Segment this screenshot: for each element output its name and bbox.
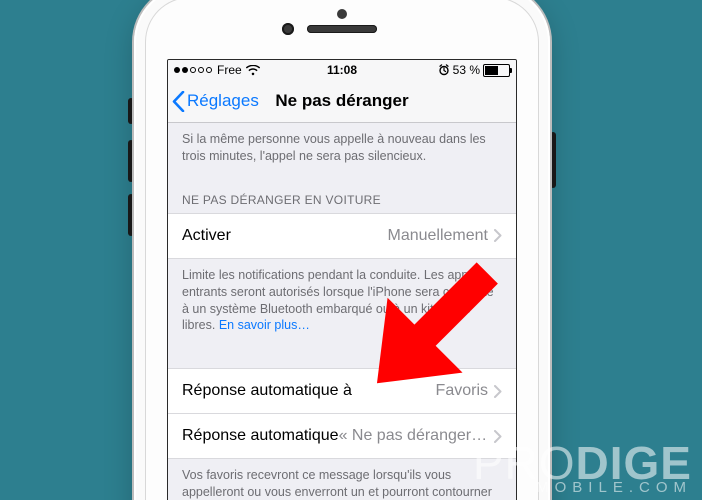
driving-section-header: NE PAS DÉRANGER EN VOITURE bbox=[168, 179, 516, 213]
auto-reply-to-cell[interactable]: Réponse automatique à Favoris bbox=[168, 368, 516, 414]
spacer bbox=[168, 348, 516, 368]
back-label: Réglages bbox=[187, 91, 259, 111]
driving-note: Limite les notifications pendant la cond… bbox=[168, 259, 516, 349]
chevron-left-icon bbox=[172, 91, 185, 112]
signal-icon bbox=[174, 67, 212, 73]
nav-bar: Réglages Ne pas déranger bbox=[168, 80, 516, 123]
watermark: PRODIGE MOBILE.COM bbox=[473, 445, 692, 494]
status-bar: Free 11:08 53 % bbox=[168, 60, 516, 80]
chevron-right-icon bbox=[494, 385, 502, 398]
phone-bezel: Free 11:08 53 % bbox=[145, 0, 539, 500]
auto-reply-cell[interactable]: Réponse automatique « Ne pas déranger en… bbox=[168, 414, 516, 459]
repeated-calls-note: Si la même personne vous appelle à nouve… bbox=[168, 123, 516, 179]
carrier-label: Free bbox=[217, 63, 242, 77]
page-title: Ne pas déranger bbox=[275, 91, 408, 111]
chevron-right-icon bbox=[494, 229, 502, 242]
favorites-note: Vos favoris recevront ce message lorsqu'… bbox=[168, 459, 516, 500]
wifi-icon bbox=[246, 65, 260, 76]
battery-percent: 53 % bbox=[453, 63, 480, 77]
activate-label: Activer bbox=[182, 227, 231, 245]
earpiece-speaker bbox=[307, 25, 377, 33]
phone-body: Free 11:08 53 % bbox=[134, 0, 550, 500]
clock: 11:08 bbox=[327, 63, 357, 77]
learn-more-link[interactable]: En savoir plus… bbox=[219, 318, 310, 332]
auto-reply-label: Réponse automatique bbox=[182, 427, 339, 445]
proximity-sensor bbox=[337, 9, 347, 19]
activate-value: Manuellement bbox=[388, 227, 489, 245]
activate-cell[interactable]: Activer Manuellement bbox=[168, 213, 516, 259]
screen: Free 11:08 53 % bbox=[167, 59, 517, 500]
auto-reply-to-label: Réponse automatique à bbox=[182, 382, 352, 400]
power-button bbox=[550, 132, 556, 188]
auto-reply-value: « Ne pas déranger en… bbox=[339, 427, 488, 445]
front-camera bbox=[282, 23, 294, 35]
battery-icon bbox=[483, 64, 510, 77]
back-button[interactable]: Réglages bbox=[168, 91, 259, 112]
alarm-icon bbox=[438, 64, 450, 76]
stage: Free 11:08 53 % bbox=[0, 0, 702, 500]
auto-reply-to-value: Favoris bbox=[436, 382, 488, 400]
